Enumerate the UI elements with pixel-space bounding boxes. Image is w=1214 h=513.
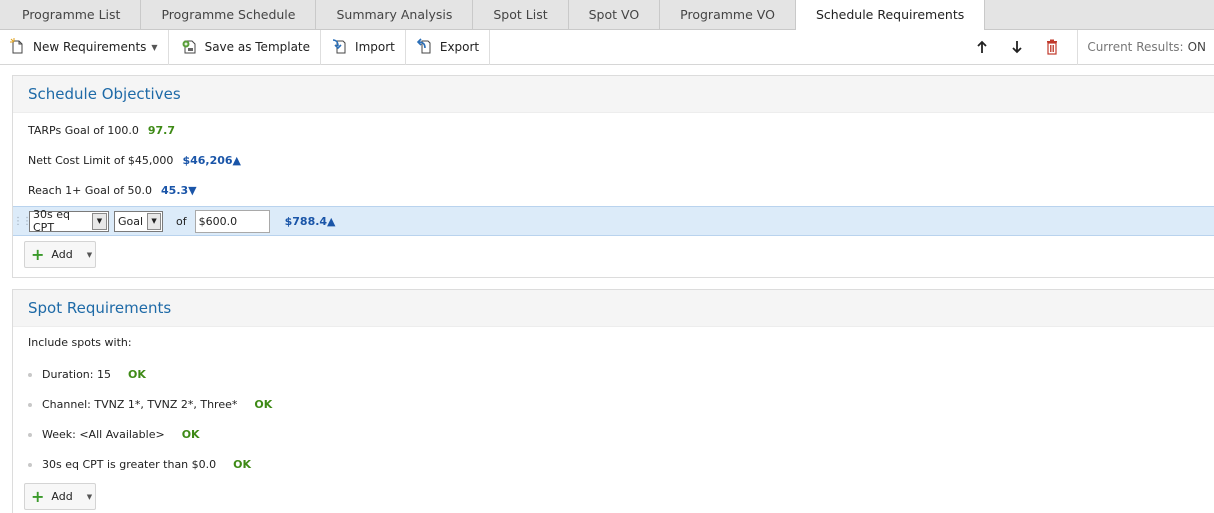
spot-requirements-panel: Spot Requirements Include spots with: Du…	[12, 289, 1214, 513]
requirement-label: 30s eq CPT is greater than $0.0	[42, 458, 217, 471]
requirement-status: OK	[254, 398, 273, 411]
objective-label: Nett Cost Limit of $45,000	[28, 154, 174, 167]
requirement-label: Week: <All Available>	[42, 428, 165, 441]
tab-programme-schedule[interactable]: Programme Schedule	[141, 0, 317, 30]
import-icon	[331, 38, 355, 57]
chevron-down-icon: ▼	[151, 42, 158, 52]
bullet-icon	[28, 432, 32, 437]
requirement-status: OK	[233, 458, 252, 471]
tab-programme-vo[interactable]: Programme VO	[660, 0, 796, 30]
objective-value: 97.7	[147, 124, 175, 137]
metric-select-value: 30s eq CPT	[33, 208, 70, 234]
add-spot-requirement-button[interactable]: + Add ▼	[24, 483, 96, 510]
spot-requirement-item[interactable]: Duration: 15 OK	[28, 368, 146, 381]
arrow-down-icon[interactable]	[999, 30, 1034, 65]
type-select[interactable]: Goal ▼	[114, 210, 163, 232]
trash-icon[interactable]	[1034, 30, 1069, 65]
requirement-status: OK	[181, 428, 200, 441]
spot-requirement-item[interactable]: Channel: TVNZ 1*, TVNZ 2*, Three* OK	[28, 398, 272, 411]
requirement-label: Channel: TVNZ 1*, TVNZ 2*, Three*	[42, 398, 238, 411]
new-requirements-button[interactable]: New Requirements ▼	[0, 29, 169, 65]
drag-handle-icon[interactable]: ⋮⋮	[13, 216, 32, 227]
objective-row[interactable]: TARPs Goal of 100.0 97.7	[28, 124, 175, 137]
tab-summary-analysis[interactable]: Summary Analysis	[316, 0, 474, 30]
add-label: Add	[51, 248, 73, 261]
schedule-objectives-title: Schedule Objectives	[13, 76, 1214, 113]
requirement-label: Duration: 15	[42, 368, 111, 381]
spot-requirements-intro: Include spots with:	[28, 336, 132, 349]
metric-select[interactable]: 30s eq CPT ▼	[29, 208, 109, 234]
bullet-icon	[28, 372, 32, 377]
toolbar-right-group: Current Results: ON	[964, 29, 1214, 65]
current-results-value: ON	[1187, 40, 1206, 54]
tab-spot-list[interactable]: Spot List	[473, 0, 569, 30]
tab-schedule-requirements[interactable]: Schedule Requirements	[795, 0, 986, 31]
plus-icon: +	[31, 244, 45, 264]
objective-label: Reach 1+ Goal of 50.0	[28, 184, 153, 197]
add-objective-button[interactable]: + Add ▼	[24, 241, 96, 268]
objective-row[interactable]: Reach 1+ Goal of 50.0 45.3▼	[28, 184, 197, 197]
export-button[interactable]: Export	[406, 29, 491, 65]
spot-requirement-item[interactable]: Week: <All Available> OK	[28, 428, 200, 441]
export-icon	[416, 37, 440, 57]
current-results-toggle[interactable]: Current Results: ON	[1078, 40, 1214, 54]
chevron-down-icon: ▼	[147, 212, 161, 230]
schedule-objectives-panel: Schedule Objectives TARPs Goal of 100.0 …	[12, 75, 1214, 278]
spot-requirements-title: Spot Requirements	[13, 290, 1214, 327]
objective-label: TARPs Goal of 100.0	[28, 124, 139, 137]
tab-programme-list[interactable]: Programme List	[0, 0, 142, 30]
add-label: Add	[51, 490, 73, 503]
objective-edit-row: ⋮⋮ 30s eq CPT ▼ Goal ▼ of $600.0 $788.4▲	[13, 206, 1214, 236]
chevron-down-icon: ▼	[86, 492, 93, 501]
export-label: Export	[439, 40, 480, 54]
objective-value: $788.4▲	[284, 214, 336, 228]
current-results-label: Current Results:	[1087, 40, 1184, 54]
save-template-icon	[181, 38, 205, 57]
tab-bar: Programme List Programme Schedule Summar…	[0, 0, 1214, 31]
chevron-down-icon: ▼	[92, 212, 107, 230]
bullet-icon	[28, 462, 32, 467]
type-select-value: Goal	[118, 214, 144, 228]
import-label: Import	[355, 40, 395, 54]
objective-value: $46,206▲	[182, 154, 241, 167]
spot-requirement-item[interactable]: 30s eq CPT is greater than $0.0 OK	[28, 458, 251, 471]
amount-input[interactable]: $600.0	[194, 209, 270, 233]
new-document-icon	[10, 37, 33, 57]
of-label: of	[176, 214, 187, 228]
import-button[interactable]: Import	[321, 29, 406, 65]
intro-text: Include spots with:	[28, 336, 132, 349]
objective-value: 45.3▼	[161, 184, 197, 197]
save-as-template-button[interactable]: Save as Template	[169, 29, 322, 65]
requirement-status: OK	[127, 368, 146, 381]
toolbar: New Requirements ▼ Save as Template Impo…	[0, 29, 1214, 65]
objective-row[interactable]: Nett Cost Limit of $45,000 $46,206▲	[28, 154, 241, 167]
tab-spot-vo[interactable]: Spot VO	[569, 0, 661, 30]
plus-icon: +	[31, 486, 45, 506]
new-requirements-label: New Requirements	[33, 40, 147, 54]
arrow-up-icon[interactable]	[964, 30, 999, 65]
save-as-template-label: Save as Template	[204, 40, 311, 54]
bullet-icon	[28, 402, 32, 407]
chevron-down-icon: ▼	[86, 250, 93, 259]
